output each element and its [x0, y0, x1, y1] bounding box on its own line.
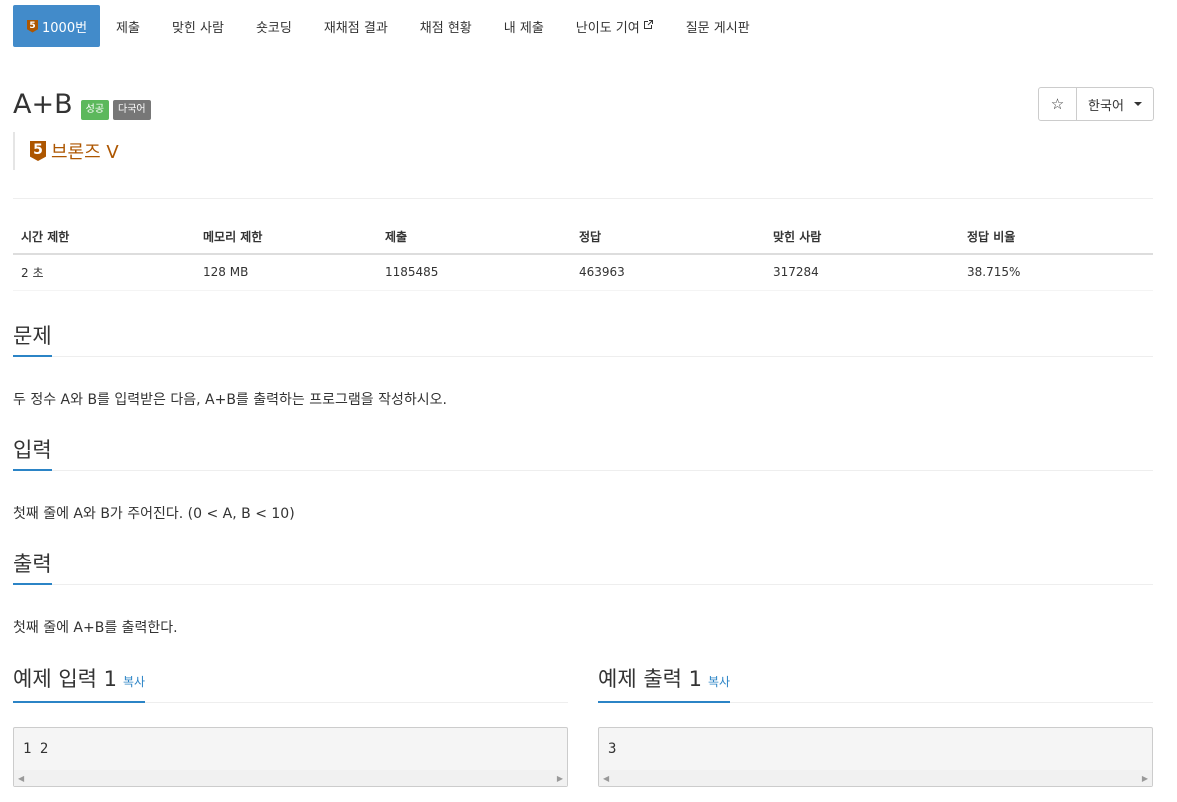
sample-output-box[interactable]: 3 ◀ ▶	[598, 727, 1153, 787]
copy-input-button[interactable]: 복사	[123, 675, 145, 689]
tab-question-board[interactable]: 질문 게시판	[670, 5, 766, 47]
external-link-icon	[643, 19, 654, 33]
tier-name: 브론즈 V	[51, 142, 119, 163]
tab-rejudge-results[interactable]: 재채점 결과	[308, 5, 404, 47]
problem-controls: ☆ 한국어	[1038, 87, 1154, 121]
problem-info-table: 시간 제한 메모리 제한 제출 정답 맞힌 사람 정답 비율 2 초 128 M…	[13, 220, 1153, 291]
favorite-star-button[interactable]: ☆	[1039, 88, 1077, 120]
problem-section-title: 문제	[13, 322, 52, 357]
header-memory-limit: 메모리 제한	[195, 220, 377, 255]
sample-output-header: 예제 출력 1 복사	[598, 665, 1153, 703]
solved-users-value: 317284	[765, 254, 959, 291]
scroll-right-icon[interactable]: ▶	[1142, 774, 1148, 783]
sample-input-value: 1 2	[23, 741, 49, 757]
bronze-tier-icon: 5	[27, 19, 38, 33]
horizontal-scrollbar[interactable]: ◀ ▶	[14, 770, 567, 786]
tab-short-coding[interactable]: 숏코딩	[240, 5, 308, 47]
accepted-value: 463963	[571, 254, 765, 291]
accept-ratio-value: 38.715%	[959, 254, 1153, 291]
multilang-badge: 다국어	[113, 100, 151, 120]
sample-output-title-text: 예제 출력 1	[598, 667, 702, 691]
tab-problem[interactable]: 5 1000번	[13, 5, 101, 47]
problem-description: 두 정수 A와 B를 입력받은 다음, A+B를 출력하는 프로그램을 작성하시…	[13, 392, 447, 408]
submissions-value: 1185485	[377, 254, 571, 291]
memory-limit-value: 128 MB	[195, 254, 377, 291]
header-submissions: 제출	[377, 220, 571, 255]
input-section-header: 입력	[13, 436, 1153, 471]
problem-nav: 5 1000번 제출 맞힌 사람 숏코딩 재채점 결과 채점 현황 내 제출 난…	[13, 5, 766, 47]
sample-output-title: 예제 출력 1 복사	[598, 665, 731, 703]
divider	[13, 198, 1153, 199]
scroll-right-icon[interactable]: ▶	[557, 774, 563, 783]
sample-input-box[interactable]: 1 2 ◀ ▶	[13, 727, 568, 787]
bronze-tier-icon: 5	[30, 141, 46, 161]
sample-output-value: 3	[608, 741, 617, 757]
tab-judge-status[interactable]: 채점 현황	[404, 5, 488, 47]
input-description: 첫째 줄에 A와 B가 주어진다. (0 < A, B < 10)	[13, 506, 295, 522]
copy-output-button[interactable]: 복사	[708, 675, 730, 689]
header-solved-users: 맞힌 사람	[765, 220, 959, 255]
horizontal-scrollbar[interactable]: ◀ ▶	[599, 770, 1152, 786]
output-description: 첫째 줄에 A+B를 출력한다.	[13, 620, 178, 636]
sample-input-title: 예제 입력 1 복사	[13, 665, 146, 703]
success-badge: 성공	[80, 100, 110, 120]
header-accept-ratio: 정답 비율	[959, 220, 1153, 255]
problem-header: A+B 성공 다국어	[13, 90, 151, 120]
scroll-left-icon[interactable]: ◀	[18, 774, 24, 783]
caret-down-icon	[1133, 102, 1142, 106]
input-section-title: 입력	[13, 436, 52, 471]
language-label: 한국어	[1088, 98, 1124, 114]
tab-submit[interactable]: 제출	[100, 5, 156, 47]
table-header-row: 시간 제한 메모리 제한 제출 정답 맞힌 사람 정답 비율	[13, 220, 1153, 255]
sample-input-title-text: 예제 입력 1	[13, 667, 117, 691]
problem-tier[interactable]: 5 브론즈 V	[13, 132, 119, 170]
star-icon: ☆	[1050, 95, 1065, 113]
tab-my-submissions[interactable]: 내 제출	[488, 5, 560, 47]
tab-solved-users[interactable]: 맞힌 사람	[156, 5, 240, 47]
tab-difficulty-contribution[interactable]: 난이도 기여	[560, 5, 670, 47]
header-accepted: 정답	[571, 220, 765, 255]
problem-title: A+B	[13, 89, 73, 120]
table-row: 2 초 128 MB 1185485 463963 317284 38.715%	[13, 254, 1153, 291]
tab-problem-label: 1000번	[42, 20, 88, 36]
sample-input-header: 예제 입력 1 복사	[13, 665, 568, 703]
output-section-header: 출력	[13, 550, 1153, 585]
problem-section-header: 문제	[13, 322, 1153, 357]
scroll-left-icon[interactable]: ◀	[603, 774, 609, 783]
language-dropdown[interactable]: 한국어	[1077, 88, 1153, 120]
output-section-title: 출력	[13, 550, 52, 585]
time-limit-value: 2 초	[13, 254, 195, 291]
tab-difficulty-label: 난이도 기여	[575, 20, 640, 36]
header-time-limit: 시간 제한	[13, 220, 195, 255]
